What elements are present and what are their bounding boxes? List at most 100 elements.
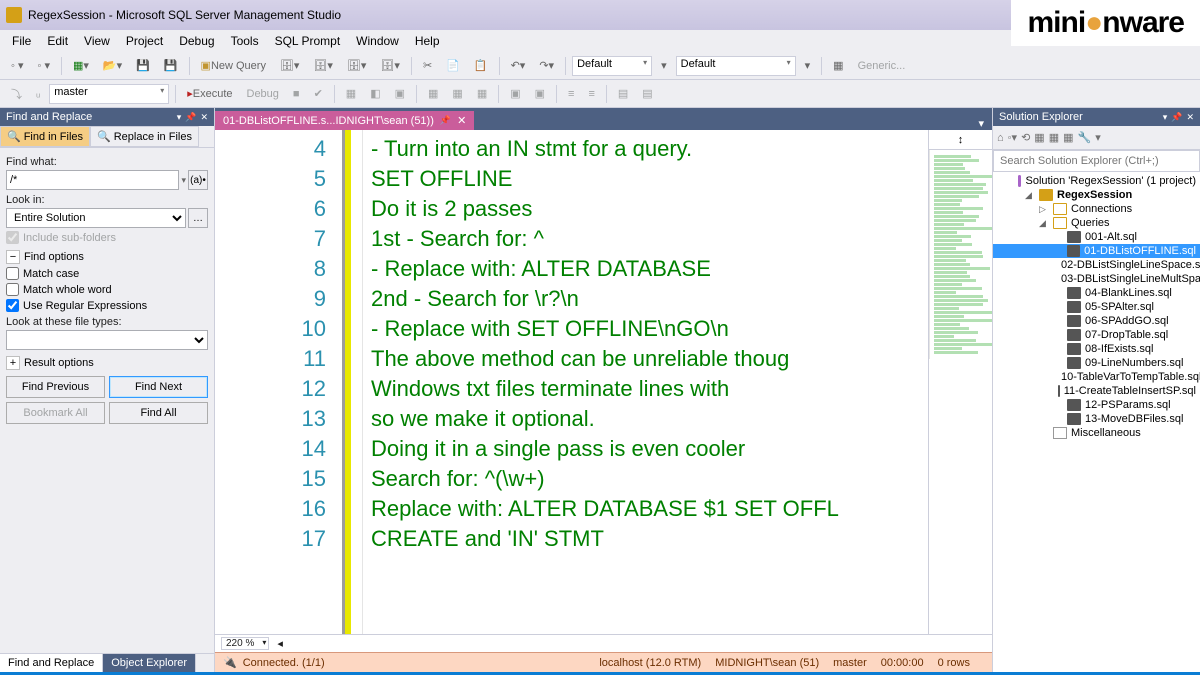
menu-help[interactable]: Help [407,32,448,50]
sol-back-icon[interactable]: ◦▾ [1008,131,1017,144]
find-all-btn[interactable]: Find All [109,402,208,424]
activity-btn[interactable]: ▦ [827,57,849,74]
zoom-selector[interactable]: 220 % [221,637,269,650]
resultopts-toggle[interactable]: + [6,356,20,370]
tree-file[interactable]: 02-DBListSingleLineSpace.sq [993,258,1200,272]
close-tab-icon[interactable]: ✕ [457,114,466,127]
sol-properties-icon[interactable]: 🔧 [1078,131,1092,144]
tab-replace-in-files[interactable]: 🔍Replace in Files [90,126,199,147]
tree-file[interactable]: 04-BlankLines.sql [993,286,1200,300]
nav-back-btn[interactable]: ◦ ▾ [5,57,29,74]
tree-file[interactable]: 12-PSParams.sql [993,398,1200,412]
debug-btn[interactable]: Debug [241,86,285,102]
menu-tools[interactable]: Tools [223,32,267,50]
tree-file[interactable]: 05-SPAlter.sql [993,300,1200,314]
config-default-a[interactable]: Default [572,56,652,76]
open-btn[interactable]: 📂▾ [97,57,128,74]
file-types-select[interactable] [6,330,208,350]
save-all-btn[interactable]: 💾 [158,57,184,74]
solution-search[interactable] [993,150,1200,172]
menu-project[interactable]: Project [118,32,171,50]
tree-project[interactable]: ◢RegexSession [993,188,1200,202]
minimap[interactable] [929,150,992,359]
sol-refresh-icon[interactable]: ▦ [1034,131,1044,144]
tree-file[interactable]: 13-MoveDBFiles.sql [993,412,1200,426]
tree-file[interactable]: 10-TableVarToTempTable.sql [993,370,1200,384]
tree-file[interactable]: 01-DBListOFFLINE.sql [993,244,1200,258]
new-btn[interactable]: ▦▾ [67,57,95,74]
look-in-select[interactable]: Entire Solution [6,208,186,228]
menu-file[interactable]: File [4,32,39,50]
look-in-browse-btn[interactable]: … [188,208,208,228]
tree-file[interactable]: 07-DropTable.sql [993,328,1200,342]
tree-file[interactable]: 11-CreateTableInsertSP.sql [993,384,1200,398]
copy-btn[interactable]: 📄 [440,57,466,74]
nav-fwd-btn[interactable]: ◦ ▾ [31,57,55,74]
tree-misc[interactable]: Miscellaneous [993,426,1200,440]
new-query-btn[interactable]: ▣ New Query [195,57,272,74]
panel-dropdown-icon[interactable]: ▾ [1163,112,1168,123]
generic-btn[interactable]: Generic... [852,58,912,74]
split-icon[interactable]: ↕ [929,130,992,150]
tab-find-in-files[interactable]: 🔍Find in Files [0,126,90,147]
db-picker-1[interactable]: 🗄▾ [274,57,306,74]
parse-btn[interactable]: ✔ [308,85,329,102]
pin-icon[interactable]: 📌 [440,115,451,126]
document-tab-active[interactable]: 01-DBListOFFLINE.s...IDNIGHT\sean (51)) … [215,111,474,130]
tree-file[interactable]: 03-DBListSingleLineMultSpac [993,272,1200,286]
code-editor[interactable]: 4567891011121314151617 - Turn into an IN… [215,130,928,634]
tree-file[interactable]: 08-IfExists.sql [993,342,1200,356]
panel-dropdown-icon[interactable]: ▾ [177,112,182,123]
paste-btn[interactable]: 📋 [468,57,494,74]
redo-btn[interactable]: ↷▾ [533,57,560,74]
match-case-check[interactable] [6,267,19,280]
panel-pin-icon[interactable]: 📌 [185,112,196,123]
match-whole-check[interactable] [6,283,19,296]
tab-overflow-btn[interactable]: ▾ [970,117,992,130]
solution-search-input[interactable] [994,151,1199,171]
regex-builder-btn[interactable]: (a)• [188,170,208,190]
tree-file[interactable]: 001-Alt.sql [993,230,1200,244]
menu-view[interactable]: View [76,32,118,50]
menu-edit[interactable]: Edit [39,32,76,50]
menu-sqlprompt[interactable]: SQL Prompt [267,32,349,50]
sol-sync-icon[interactable]: ⟲ [1021,131,1030,144]
solution-explorer-header[interactable]: Solution Explorer ▾ 📌 ✕ [993,108,1200,126]
save-btn[interactable]: 💾 [130,57,156,74]
tree-folder-queries[interactable]: ◢Queries [993,216,1200,230]
db-picker-4[interactable]: 🗄▾ [374,57,406,74]
find-what-input[interactable] [6,170,179,190]
tree-file[interactable]: 06-SPAddGO.sql [993,314,1200,328]
find-next-btn[interactable]: Find Next [109,376,208,398]
menu-window[interactable]: Window [348,32,407,50]
find-panel-header[interactable]: Find and Replace ▾ 📌 ✕ [0,108,214,126]
panel-close-icon[interactable]: ✕ [1186,112,1194,123]
database-selector[interactable]: master [49,84,169,104]
tree-solution-root[interactable]: Solution 'RegexSession' (1 project) [993,174,1200,188]
sol-home-icon[interactable]: ⌂ [997,132,1004,144]
hscroll-left[interactable]: ◂ [277,637,283,650]
menu-debug[interactable]: Debug [171,32,222,50]
sol-collapse-icon[interactable]: ▦ [1063,131,1073,144]
find-previous-btn[interactable]: Find Previous [6,376,105,398]
undo-btn[interactable]: ↶▾ [505,57,532,74]
comment-btn: ▤ [612,85,634,102]
config-b-arrow[interactable]: ▾ [799,57,817,74]
execute-btn[interactable]: ▸ Execute [181,85,238,102]
use-regex-check[interactable] [6,299,19,312]
sol-showall-icon[interactable]: ▦ [1049,131,1059,144]
panel-pin-icon[interactable]: 📌 [1171,112,1182,123]
panel-close-icon[interactable]: ✕ [200,112,208,123]
config-a-arrow[interactable]: ▾ [655,57,673,74]
db-picker-2[interactable]: 🗄▾ [307,57,339,74]
tree-folder-connections[interactable]: ▷Connections [993,202,1200,216]
bottom-tab-object-explorer[interactable]: Object Explorer [103,654,196,672]
config-default-b[interactable]: Default [676,56,796,76]
cut-btn[interactable]: ✂ [417,57,438,74]
findopts-toggle[interactable]: − [6,250,20,264]
tree-file[interactable]: 09-LineNumbers.sql [993,356,1200,370]
sol-more-icon[interactable]: ▾ [1095,131,1101,144]
db-picker-3[interactable]: 🗄▾ [341,57,373,74]
bookmark-all-btn[interactable]: Bookmark All [6,402,105,424]
bottom-tab-find[interactable]: Find and Replace [0,654,103,672]
